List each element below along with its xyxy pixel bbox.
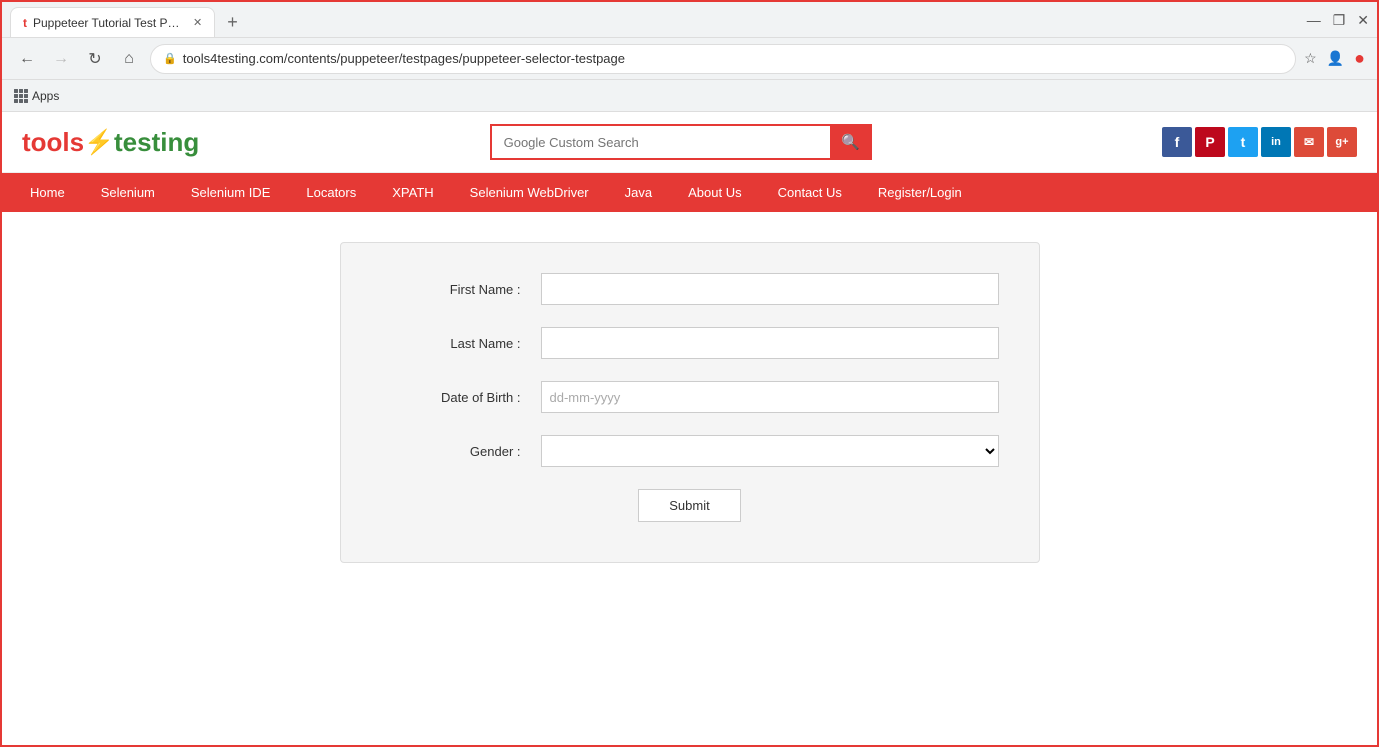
nav-register[interactable]: Register/Login bbox=[860, 173, 980, 212]
last-name-row: Last Name : bbox=[381, 327, 999, 359]
pinterest-icon[interactable]: P bbox=[1195, 127, 1225, 157]
nav-bar: Home Selenium Selenium IDE Locators XPAT… bbox=[2, 173, 1377, 212]
last-name-label: Last Name : bbox=[381, 336, 541, 351]
address-bar: ← → ↻ ⌂ 🔒 tools4testing.com/contents/pup… bbox=[2, 38, 1377, 80]
bookmark-icon[interactable]: ☆ bbox=[1304, 50, 1317, 67]
reload-button[interactable]: ↻ bbox=[82, 46, 108, 72]
dob-input[interactable] bbox=[541, 381, 999, 413]
forward-button[interactable]: → bbox=[48, 46, 74, 72]
apps-label[interactable]: Apps bbox=[14, 89, 59, 103]
tab-title: Puppeteer Tutorial Test Page - to bbox=[33, 16, 183, 30]
social-icons: f P t in ✉ g+ bbox=[1162, 127, 1357, 157]
nav-webdriver[interactable]: Selenium WebDriver bbox=[452, 173, 607, 212]
account-icon[interactable]: 👤 bbox=[1327, 50, 1344, 67]
address-actions: ☆ 👤 ● bbox=[1304, 48, 1365, 69]
title-bar: t Puppeteer Tutorial Test Page - to ✕ + … bbox=[2, 2, 1377, 38]
restore-button[interactable]: ❐ bbox=[1333, 13, 1346, 27]
new-tab-button[interactable]: + bbox=[219, 8, 246, 37]
search-icon: 🔍 bbox=[841, 133, 860, 151]
first-name-label: First Name : bbox=[381, 282, 541, 297]
logo: tools ⚡ testing bbox=[22, 127, 199, 158]
tab-close-button[interactable]: ✕ bbox=[193, 16, 202, 29]
close-button[interactable]: ✕ bbox=[1357, 13, 1369, 27]
nav-selenium-ide[interactable]: Selenium IDE bbox=[173, 173, 288, 212]
nav-contact[interactable]: Contact Us bbox=[760, 173, 860, 212]
active-tab[interactable]: t Puppeteer Tutorial Test Page - to ✕ bbox=[10, 7, 215, 37]
nav-java[interactable]: Java bbox=[607, 173, 670, 212]
window-controls: — ❐ ✕ bbox=[1307, 13, 1369, 27]
nav-home[interactable]: Home bbox=[12, 173, 83, 212]
search-input[interactable] bbox=[490, 124, 830, 160]
linkedin-icon[interactable]: in bbox=[1261, 127, 1291, 157]
nav-selenium[interactable]: Selenium bbox=[83, 173, 173, 212]
page-content: tools ⚡ testing 🔍 f P t in ✉ g+ Home bbox=[2, 112, 1377, 745]
apps-text: Apps bbox=[32, 89, 59, 103]
dob-label: Date of Birth : bbox=[381, 390, 541, 405]
form-section: First Name : Last Name : Date of Birth :… bbox=[2, 212, 1377, 593]
logo-tools: tools bbox=[22, 127, 84, 158]
facebook-icon[interactable]: f bbox=[1162, 127, 1192, 157]
email-icon[interactable]: ✉ bbox=[1294, 127, 1324, 157]
address-input-wrap[interactable]: 🔒 tools4testing.com/contents/puppeteer/t… bbox=[150, 44, 1296, 74]
form-card: First Name : Last Name : Date of Birth :… bbox=[340, 242, 1040, 563]
extension-icon[interactable]: ● bbox=[1354, 48, 1365, 69]
nav-locators[interactable]: Locators bbox=[288, 173, 374, 212]
bookmarks-bar: Apps bbox=[2, 80, 1377, 112]
submit-button[interactable]: Submit bbox=[638, 489, 740, 522]
address-text: tools4testing.com/contents/puppeteer/tes… bbox=[183, 51, 1283, 66]
gender-row: Gender : Male Female Other bbox=[381, 435, 999, 467]
home-button[interactable]: ⌂ bbox=[116, 46, 142, 72]
gender-label: Gender : bbox=[381, 444, 541, 459]
logo-bolt: ⚡ bbox=[84, 128, 114, 157]
last-name-input[interactable] bbox=[541, 327, 999, 359]
first-name-input[interactable] bbox=[541, 273, 999, 305]
logo-testing: testing bbox=[114, 127, 199, 158]
tab-area: t Puppeteer Tutorial Test Page - to ✕ + bbox=[10, 2, 1307, 37]
site-header: tools ⚡ testing 🔍 f P t in ✉ g+ bbox=[2, 112, 1377, 173]
minimize-button[interactable]: — bbox=[1307, 13, 1321, 27]
search-button[interactable]: 🔍 bbox=[830, 124, 872, 160]
apps-grid-icon bbox=[14, 89, 28, 103]
submit-row: Submit bbox=[381, 489, 999, 522]
back-button[interactable]: ← bbox=[14, 46, 40, 72]
first-name-row: First Name : bbox=[381, 273, 999, 305]
nav-about[interactable]: About Us bbox=[670, 173, 759, 212]
gender-select[interactable]: Male Female Other bbox=[541, 435, 999, 467]
googleplus-icon[interactable]: g+ bbox=[1327, 127, 1357, 157]
twitter-icon[interactable]: t bbox=[1228, 127, 1258, 157]
dob-row: Date of Birth : bbox=[381, 381, 999, 413]
search-area: 🔍 bbox=[490, 124, 872, 160]
nav-xpath[interactable]: XPATH bbox=[374, 173, 451, 212]
tab-favicon: t bbox=[23, 16, 27, 30]
browser-window: t Puppeteer Tutorial Test Page - to ✕ + … bbox=[0, 0, 1379, 747]
lock-icon: 🔒 bbox=[163, 52, 177, 65]
